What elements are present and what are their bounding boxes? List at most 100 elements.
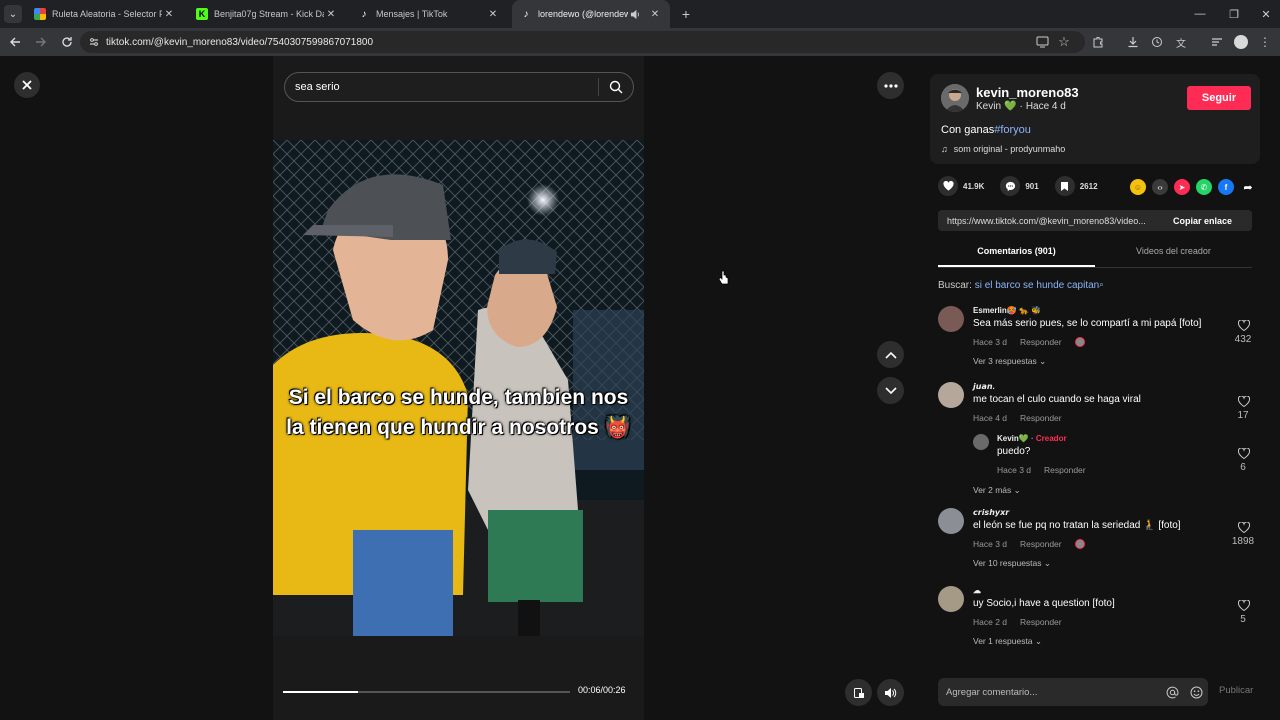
- creator-liked-icon: [1074, 539, 1085, 549]
- bookmark-star-icon[interactable]: ☆: [1052, 30, 1076, 54]
- share-arrow-icon[interactable]: ➦: [1240, 179, 1256, 195]
- reply-link[interactable]: Responder: [1044, 465, 1086, 475]
- site-info-icon[interactable]: [88, 36, 100, 48]
- like-stat[interactable]: 41.9K: [938, 176, 984, 196]
- video-link-text[interactable]: https://www.tiktok.com/@kevin_moreno83/v…: [947, 216, 1169, 226]
- music-note-icon: ♫: [941, 144, 948, 154]
- browser-tab-3[interactable]: ♪ Mensajes | TikTok ✕: [350, 0, 508, 28]
- comment-input[interactable]: Agregar comentario...: [938, 678, 1208, 706]
- new-tab-icon[interactable]: +: [676, 4, 696, 24]
- commenter-avatar[interactable]: [938, 586, 964, 612]
- author-username[interactable]: kevin_moreno83: [976, 85, 1079, 100]
- commenter-avatar[interactable]: [938, 382, 964, 408]
- comment-like-icon[interactable]: [1234, 320, 1254, 331]
- comment-meta: Hace 3 d Responder: [973, 337, 1085, 347]
- volume-icon[interactable]: [877, 679, 904, 706]
- commenter-name[interactable]: Esmerlin🥵 🐆 🐝: [973, 306, 1041, 315]
- view-more-replies-link[interactable]: Ver 2 más ⌄: [973, 485, 1021, 496]
- comment-text: el león se fue pq no tratan la seriedad …: [973, 520, 1181, 531]
- download-icon[interactable]: [1121, 30, 1145, 54]
- commenter-name[interactable]: 𝙟𝙪𝙖𝙣.: [973, 382, 995, 391]
- copy-link-button[interactable]: Copiar enlace: [1173, 216, 1232, 226]
- follow-button[interactable]: Seguir: [1187, 86, 1251, 110]
- reply-item: Kevin💚 · Creador puedo? Hace 3 d Respond…: [973, 434, 1260, 480]
- window-close-icon[interactable]: ✕: [1250, 0, 1280, 28]
- next-video-icon[interactable]: [877, 377, 904, 404]
- commenter-name[interactable]: 𝙘𝙧𝙞𝙨𝙝𝙮𝙭𝙧: [973, 508, 1009, 517]
- tab-comments[interactable]: Comentarios (901): [938, 236, 1095, 267]
- comment-stat[interactable]: 901: [1000, 176, 1039, 196]
- coins-icon[interactable]: ☺: [1130, 179, 1146, 195]
- browser-tab-2[interactable]: K Benjita07g Stream - Kick Dashboard ✕: [188, 0, 346, 28]
- floating-player-icon[interactable]: [845, 679, 872, 706]
- comment-like-icon[interactable]: [1234, 522, 1254, 533]
- back-icon[interactable]: [3, 30, 27, 54]
- close-tab-icon[interactable]: ✕: [648, 7, 662, 21]
- commenter-avatar[interactable]: [938, 306, 964, 332]
- address-bar[interactable]: tiktok.com/@kevin_moreno83/video/7540307…: [80, 31, 1085, 53]
- heart-icon: [938, 176, 958, 196]
- reading-list-icon[interactable]: [1205, 30, 1229, 54]
- search-input[interactable]: sea serio: [295, 81, 598, 93]
- video-search-box[interactable]: sea serio: [284, 72, 634, 102]
- browser-menu-icon[interactable]: ⋮: [1253, 30, 1277, 54]
- reload-icon[interactable]: [55, 30, 79, 54]
- video-frame[interactable]: Si el barco se hunde, tambien nos la tie…: [273, 140, 644, 636]
- more-options-icon[interactable]: [877, 72, 904, 99]
- mention-icon[interactable]: [1160, 680, 1184, 704]
- reply-link[interactable]: Responder: [1020, 413, 1062, 423]
- music-link[interactable]: ♫ som original - prodyunmaho: [941, 144, 1065, 154]
- reply-link[interactable]: Responder: [1020, 539, 1062, 549]
- reply-like-icon[interactable]: [1234, 448, 1254, 459]
- save-stat[interactable]: 2612: [1054, 176, 1098, 196]
- whatsapp-icon[interactable]: ✆: [1196, 179, 1212, 195]
- restore-icon[interactable]: ❐: [1218, 0, 1250, 28]
- commenter-name[interactable]: ☁: [973, 586, 981, 595]
- browser-tab-1[interactable]: Ruleta Aleatoria - Selector Persona ✕: [26, 0, 184, 28]
- comment-time: Hace 2 d: [973, 617, 1008, 627]
- close-tab-icon[interactable]: ✕: [486, 7, 500, 21]
- close-tab-icon[interactable]: ✕: [324, 7, 338, 21]
- extensions-icon[interactable]: [1086, 30, 1110, 54]
- minimize-icon[interactable]: —: [1184, 0, 1216, 28]
- profile-avatar-icon[interactable]: [1229, 30, 1253, 54]
- browser-toolbar: tiktok.com/@kevin_moreno83/video/7540307…: [0, 28, 1280, 56]
- embed-code-icon[interactable]: ‹›: [1152, 179, 1168, 195]
- forward-icon[interactable]: [29, 30, 53, 54]
- reply-author-avatar[interactable]: [973, 434, 989, 450]
- browser-tab-4[interactable]: ♪ lorendewo (@lorendewo) | TikTok ✕: [512, 0, 670, 28]
- commenter-avatar[interactable]: [938, 508, 964, 534]
- tab-creator-videos[interactable]: Videos del creador: [1095, 236, 1252, 267]
- close-tab-icon[interactable]: ✕: [162, 7, 176, 21]
- speaker-icon[interactable]: [628, 7, 642, 21]
- video-progress-bar[interactable]: [283, 691, 570, 693]
- related-search[interactable]: Buscar: si el barco se hunde capitan⌕: [938, 280, 1104, 291]
- translate-icon[interactable]: 文: [1169, 30, 1193, 54]
- view-replies-link[interactable]: Ver 10 respuestas ⌄: [973, 558, 1051, 569]
- history-icon[interactable]: [1145, 30, 1169, 54]
- cast-icon[interactable]: [1030, 30, 1054, 54]
- bookmark-icon: [1054, 176, 1075, 196]
- reply-author[interactable]: Kevin💚 · Creador: [997, 434, 1067, 443]
- reply-time: Hace 3 d: [997, 465, 1032, 475]
- comment-like-icon[interactable]: [1234, 396, 1254, 407]
- author-avatar[interactable]: [941, 84, 969, 112]
- view-replies-link[interactable]: Ver 1 respuesta ⌄: [973, 636, 1042, 647]
- close-player-icon[interactable]: [14, 72, 40, 98]
- search-icon[interactable]: [599, 72, 633, 102]
- comment-like-icon[interactable]: [1234, 600, 1254, 611]
- tab-title: Benjita07g Stream - Kick Dashboard: [214, 9, 324, 19]
- reply-link[interactable]: Responder: [1020, 617, 1062, 627]
- view-replies-link[interactable]: Ver 3 respuestas ⌄: [973, 356, 1046, 367]
- reply-link[interactable]: Responder: [1020, 337, 1062, 347]
- hashtag-link[interactable]: #foryou: [994, 124, 1031, 136]
- post-comment-button[interactable]: Publicar: [1219, 685, 1253, 696]
- video-player[interactable]: sea serio Si el barco se hunde, tambien …: [273, 56, 644, 720]
- facebook-icon[interactable]: f: [1218, 179, 1234, 195]
- related-search-query[interactable]: si el barco se hunde capitan: [975, 280, 1100, 291]
- emoji-icon[interactable]: [1184, 680, 1208, 704]
- tab-search-icon[interactable]: ⌄: [4, 5, 22, 23]
- tab-favicon: K: [196, 8, 208, 20]
- previous-video-icon[interactable]: [877, 341, 904, 368]
- send-to-friends-icon[interactable]: ➤: [1174, 179, 1190, 195]
